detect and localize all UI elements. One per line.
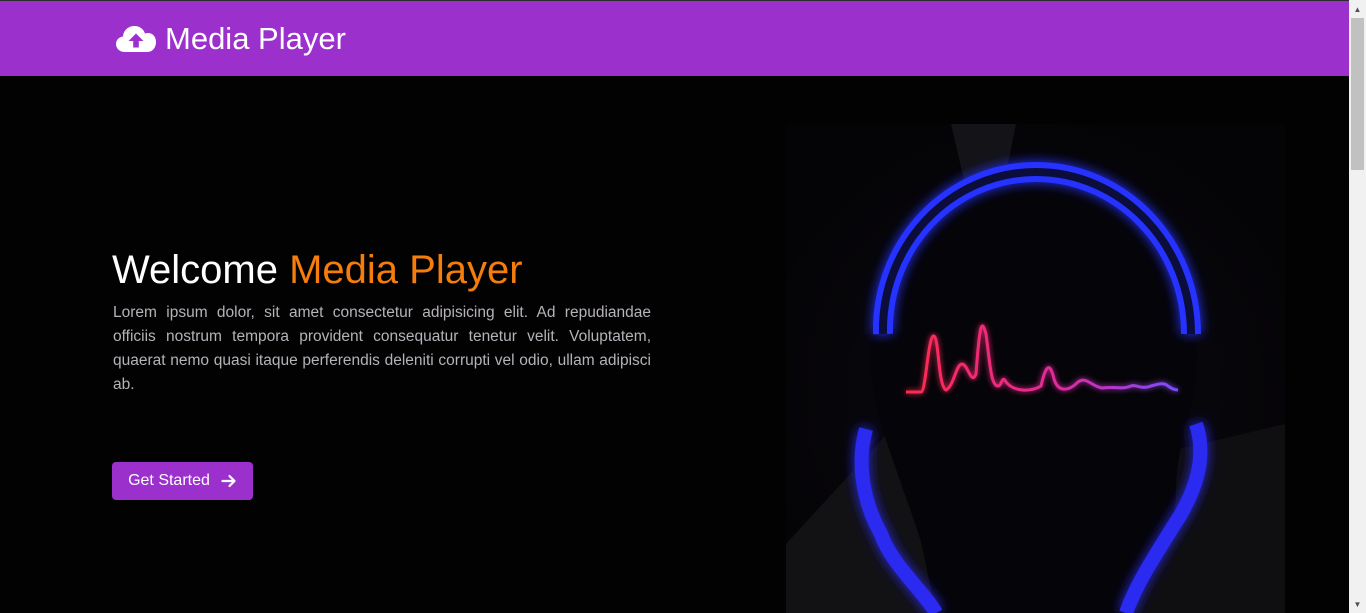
navbar: Media Player <box>0 1 1349 76</box>
arrow-right-icon <box>221 474 236 488</box>
get-started-button[interactable]: Get Started <box>112 462 253 500</box>
hero-title: Welcome Media Player <box>112 246 523 294</box>
hero-title-highlight: Media Player <box>289 248 523 292</box>
brand-title: Media Player <box>165 21 346 56</box>
page-scrollbar[interactable]: ▲ ▼ <box>1349 0 1366 613</box>
hero-title-prefix: Welcome <box>112 248 278 292</box>
get-started-label: Get Started <box>128 472 210 489</box>
scroll-up-arrow-icon[interactable]: ▲ <box>1349 1 1366 18</box>
headphones-soundwave-illustration <box>786 124 1285 613</box>
hero-description: Lorem ipsum dolor, sit amet consectetur … <box>113 304 651 393</box>
brand-link[interactable]: Media Player <box>115 1 346 76</box>
scrollbar-thumb[interactable] <box>1351 18 1364 170</box>
cloud-upload-icon <box>116 25 156 52</box>
scroll-down-arrow-icon[interactable]: ▼ <box>1349 596 1366 613</box>
hero-section: Welcome Media Player Lorem ipsum dolor, … <box>0 76 1349 613</box>
